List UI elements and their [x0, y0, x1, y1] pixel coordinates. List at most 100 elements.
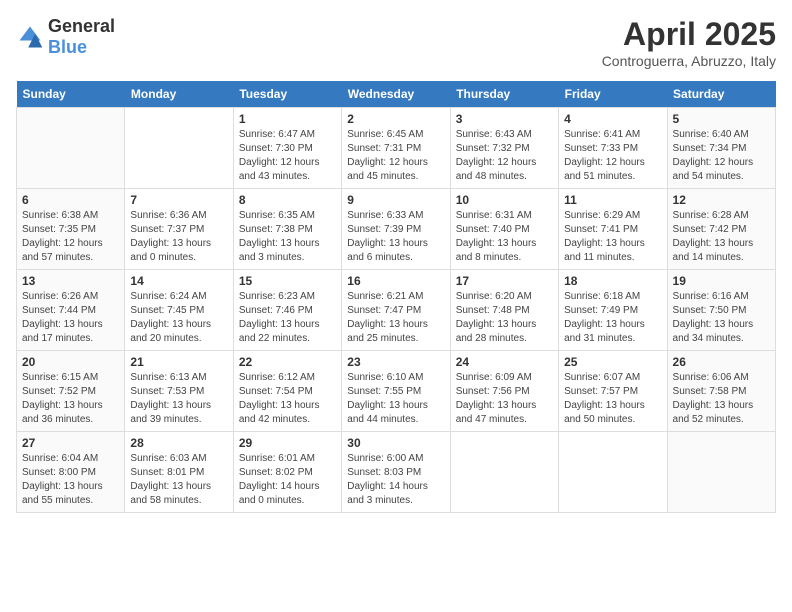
day-info: Sunrise: 6:00 AM Sunset: 8:03 PM Dayligh… [347, 452, 444, 508]
day-info: Sunrise: 6:45 AM Sunset: 7:31 PM Dayligh… [347, 128, 444, 184]
calendar-cell: 5 Sunrise: 6:40 AM Sunset: 7:34 PM Daylig… [667, 108, 775, 189]
calendar-body: 1 Sunrise: 6:47 AM Sunset: 7:30 PM Daylig… [17, 108, 776, 513]
calendar-cell: 15 Sunrise: 6:23 AM Sunset: 7:46 PM Dayli… [233, 270, 341, 351]
calendar-cell: 3 Sunrise: 6:43 AM Sunset: 7:32 PM Daylig… [450, 108, 558, 189]
day-number: 1 [239, 112, 336, 126]
day-info: Sunrise: 6:28 AM Sunset: 7:42 PM Dayligh… [673, 209, 770, 265]
day-number: 13 [22, 274, 119, 288]
day-info: Sunrise: 6:29 AM Sunset: 7:41 PM Dayligh… [564, 209, 661, 265]
calendar-cell [667, 432, 775, 513]
calendar-cell: 17Sunrise: 6:20 AM Sunset: 7:48 PM Dayli… [450, 270, 558, 351]
day-number: 8 [239, 193, 336, 207]
day-number: 2 [347, 112, 444, 126]
day-number: 29 [239, 436, 336, 450]
calendar-cell: 1 Sunrise: 6:47 AM Sunset: 7:30 PM Daylig… [233, 108, 341, 189]
calendar-week-5: 27Sunrise: 6:04 AM Sunset: 8:00 PM Dayli… [17, 432, 776, 513]
calendar-cell: 24Sunrise: 6:09 AM Sunset: 7:56 PM Dayli… [450, 351, 558, 432]
calendar-cell: 28 Sunrise: 6:03 AM Sunset: 8:01 PM Dayli… [125, 432, 233, 513]
weekday-header-tuesday: Tuesday [233, 81, 341, 108]
logo-general-text: General [48, 16, 115, 36]
day-info: Sunrise: 6:26 AM Sunset: 7:44 PM Dayligh… [22, 290, 119, 346]
day-info: Sunrise: 6:07 AM Sunset: 7:57 PM Dayligh… [564, 371, 661, 427]
day-info: Sunrise: 6:36 AM Sunset: 7:37 PM Dayligh… [130, 209, 227, 265]
day-info: Sunrise: 6:33 AM Sunset: 7:39 PM Dayligh… [347, 209, 444, 265]
day-number: 3 [456, 112, 553, 126]
day-number: 24 [456, 355, 553, 369]
logo: General Blue [16, 16, 115, 58]
day-info: Sunrise: 6:47 AM Sunset: 7:30 PM Dayligh… [239, 128, 336, 184]
day-number: 23 [347, 355, 444, 369]
calendar-cell: 20 Sunrise: 6:15 AM Sunset: 7:52 PM Dayli… [17, 351, 125, 432]
calendar-cell: 26Sunrise: 6:06 AM Sunset: 7:58 PM Dayli… [667, 351, 775, 432]
calendar-cell: 19Sunrise: 6:16 AM Sunset: 7:50 PM Dayli… [667, 270, 775, 351]
calendar-cell: 23 Sunrise: 6:10 AM Sunset: 7:55 PM Dayli… [342, 351, 450, 432]
day-number: 22 [239, 355, 336, 369]
calendar-week-2: 6Sunrise: 6:38 AM Sunset: 7:35 PM Daylig… [17, 189, 776, 270]
day-number: 9 [347, 193, 444, 207]
page-header: General Blue April 2025 Controguerra, Ab… [16, 16, 776, 69]
weekday-header-wednesday: Wednesday [342, 81, 450, 108]
day-number: 4 [564, 112, 661, 126]
calendar-cell: 22 Sunrise: 6:12 AM Sunset: 7:54 PM Dayli… [233, 351, 341, 432]
day-info: Sunrise: 6:24 AM Sunset: 7:45 PM Dayligh… [130, 290, 227, 346]
calendar-cell: 29 Sunrise: 6:01 AM Sunset: 8:02 PM Dayli… [233, 432, 341, 513]
day-number: 14 [130, 274, 227, 288]
day-info: Sunrise: 6:23 AM Sunset: 7:46 PM Dayligh… [239, 290, 336, 346]
calendar-header: SundayMondayTuesdayWednesdayThursdayFrid… [17, 81, 776, 108]
calendar-week-3: 13 Sunrise: 6:26 AM Sunset: 7:44 PM Dayli… [17, 270, 776, 351]
day-info: Sunrise: 6:16 AM Sunset: 7:50 PM Dayligh… [673, 290, 770, 346]
day-number: 11 [564, 193, 661, 207]
day-info: Sunrise: 6:41 AM Sunset: 7:33 PM Dayligh… [564, 128, 661, 184]
calendar-cell: 10 Sunrise: 6:31 AM Sunset: 7:40 PM Dayli… [450, 189, 558, 270]
calendar-cell: 6Sunrise: 6:38 AM Sunset: 7:35 PM Daylig… [17, 189, 125, 270]
calendar-cell: 25 Sunrise: 6:07 AM Sunset: 7:57 PM Dayli… [559, 351, 667, 432]
day-info: Sunrise: 6:43 AM Sunset: 7:32 PM Dayligh… [456, 128, 553, 184]
day-info: Sunrise: 6:10 AM Sunset: 7:55 PM Dayligh… [347, 371, 444, 427]
day-number: 26 [673, 355, 770, 369]
calendar-week-4: 20 Sunrise: 6:15 AM Sunset: 7:52 PM Dayli… [17, 351, 776, 432]
calendar-cell [450, 432, 558, 513]
calendar-cell: 13 Sunrise: 6:26 AM Sunset: 7:44 PM Dayli… [17, 270, 125, 351]
calendar-week-1: 1 Sunrise: 6:47 AM Sunset: 7:30 PM Daylig… [17, 108, 776, 189]
calendar-cell: 14 Sunrise: 6:24 AM Sunset: 7:45 PM Dayli… [125, 270, 233, 351]
weekday-header-monday: Monday [125, 81, 233, 108]
day-number: 30 [347, 436, 444, 450]
month-title: April 2025 [602, 16, 776, 53]
day-number: 10 [456, 193, 553, 207]
day-info: Sunrise: 6:20 AM Sunset: 7:48 PM Dayligh… [456, 290, 553, 346]
weekday-row: SundayMondayTuesdayWednesdayThursdayFrid… [17, 81, 776, 108]
day-info: Sunrise: 6:03 AM Sunset: 8:01 PM Dayligh… [130, 452, 227, 508]
location-title: Controguerra, Abruzzo, Italy [602, 53, 776, 69]
calendar-cell [559, 432, 667, 513]
calendar-cell [17, 108, 125, 189]
day-info: Sunrise: 6:40 AM Sunset: 7:34 PM Dayligh… [673, 128, 770, 184]
day-number: 7 [130, 193, 227, 207]
day-info: Sunrise: 6:13 AM Sunset: 7:53 PM Dayligh… [130, 371, 227, 427]
calendar-cell: 8Sunrise: 6:35 AM Sunset: 7:38 PM Daylig… [233, 189, 341, 270]
day-number: 15 [239, 274, 336, 288]
day-info: Sunrise: 6:01 AM Sunset: 8:02 PM Dayligh… [239, 452, 336, 508]
day-number: 18 [564, 274, 661, 288]
calendar-cell: 12Sunrise: 6:28 AM Sunset: 7:42 PM Dayli… [667, 189, 775, 270]
calendar-cell: 7 Sunrise: 6:36 AM Sunset: 7:37 PM Daylig… [125, 189, 233, 270]
day-number: 21 [130, 355, 227, 369]
calendar-cell: 2 Sunrise: 6:45 AM Sunset: 7:31 PM Daylig… [342, 108, 450, 189]
title-block: April 2025 Controguerra, Abruzzo, Italy [602, 16, 776, 69]
day-info: Sunrise: 6:15 AM Sunset: 7:52 PM Dayligh… [22, 371, 119, 427]
day-number: 25 [564, 355, 661, 369]
day-number: 5 [673, 112, 770, 126]
day-number: 6 [22, 193, 119, 207]
day-info: Sunrise: 6:12 AM Sunset: 7:54 PM Dayligh… [239, 371, 336, 427]
calendar-table: SundayMondayTuesdayWednesdayThursdayFrid… [16, 81, 776, 513]
day-number: 28 [130, 436, 227, 450]
weekday-header-saturday: Saturday [667, 81, 775, 108]
weekday-header-thursday: Thursday [450, 81, 558, 108]
day-number: 27 [22, 436, 119, 450]
calendar-cell [125, 108, 233, 189]
weekday-header-sunday: Sunday [17, 81, 125, 108]
calendar-cell: 21 Sunrise: 6:13 AM Sunset: 7:53 PM Dayli… [125, 351, 233, 432]
day-info: Sunrise: 6:31 AM Sunset: 7:40 PM Dayligh… [456, 209, 553, 265]
calendar-cell: 18Sunrise: 6:18 AM Sunset: 7:49 PM Dayli… [559, 270, 667, 351]
day-number: 20 [22, 355, 119, 369]
day-number: 16 [347, 274, 444, 288]
